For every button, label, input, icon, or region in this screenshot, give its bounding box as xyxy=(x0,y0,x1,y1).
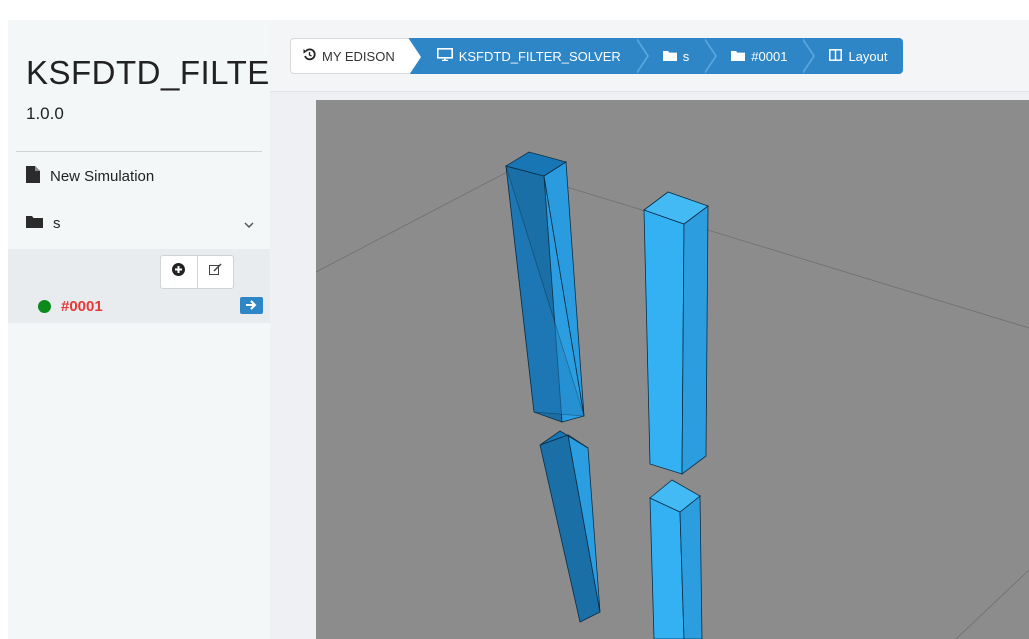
chevron-down-icon xyxy=(244,218,254,232)
breadcrumb-layout[interactable]: Layout xyxy=(801,38,904,74)
bar-light-upper xyxy=(643,191,709,475)
3d-viewport[interactable] xyxy=(316,100,1029,639)
arrow-right-icon xyxy=(246,297,257,315)
breadcrumb-label: s xyxy=(682,48,690,64)
breadcrumb-label: MY EDISON xyxy=(322,48,395,64)
scene-canvas xyxy=(316,151,1029,639)
folder-icon xyxy=(731,49,746,64)
history-icon xyxy=(303,48,316,64)
desktop-icon xyxy=(436,48,453,64)
breadcrumb-label: Layout xyxy=(848,48,888,64)
bar-light-lower xyxy=(649,479,703,639)
new-simulation-button[interactable]: New Simulation xyxy=(26,166,154,187)
status-dot xyxy=(38,300,51,313)
add-job-button[interactable] xyxy=(161,256,197,288)
edit-job-button[interactable] xyxy=(196,256,234,288)
columns-icon xyxy=(829,48,843,64)
job-name: #0001 xyxy=(61,298,103,315)
job-panel: #0001 xyxy=(8,249,270,323)
folder-toggle[interactable]: s xyxy=(26,215,254,232)
bar-dark-lower xyxy=(539,430,601,623)
folder-icon xyxy=(26,215,43,232)
app-title: KSFDTD_FILTE.. xyxy=(26,54,290,91)
breadcrumb: MY EDISON KSFDTD_FILTER_SOLVER s #0001 L… xyxy=(290,38,904,75)
open-job-button[interactable] xyxy=(240,297,263,314)
folder-label: s xyxy=(53,215,61,232)
breadcrumb-solver[interactable]: KSFDTD_FILTER_SOLVER xyxy=(408,38,649,74)
folder-icon xyxy=(662,49,677,64)
sidebar-divider xyxy=(16,151,262,152)
sidebar: KSFDTD_FILTE.. 1.0.0 New Simulation s #0… xyxy=(8,20,289,639)
breadcrumb-my-edison[interactable]: MY EDISON xyxy=(290,38,421,75)
main-area: MY EDISON KSFDTD_FILTER_SOLVER s #0001 L… xyxy=(270,20,1029,639)
breadcrumb-label: KSFDTD_FILTER_SOLVER xyxy=(458,48,621,64)
app-version: 1.0.0 xyxy=(26,104,64,123)
job-button-group xyxy=(160,255,234,289)
plus-circle-icon xyxy=(172,263,186,281)
file-icon xyxy=(26,166,40,187)
edit-icon xyxy=(208,263,222,281)
top-bar: MY EDISON KSFDTD_FILTER_SOLVER s #0001 L… xyxy=(270,20,1029,92)
breadcrumb-job[interactable]: #0001 xyxy=(703,38,816,74)
new-simulation-label: New Simulation xyxy=(50,168,155,185)
breadcrumb-label: #0001 xyxy=(751,48,788,64)
bar-dark-upper xyxy=(504,151,585,423)
job-item[interactable]: #0001 xyxy=(38,298,103,315)
